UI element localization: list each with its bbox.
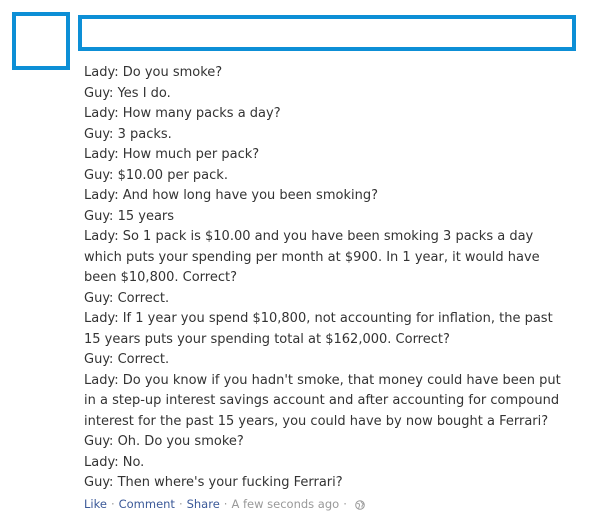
separator-dot: · <box>343 497 347 511</box>
share-link[interactable]: Share <box>187 497 220 511</box>
post-line: Lady: If 1 year you spend $10,800, not a… <box>84 311 553 326</box>
post-line: which puts your spending per month at $9… <box>84 249 540 265</box>
post-line: Lady: And how long have you been smoking… <box>84 188 378 203</box>
separator-dot: · <box>178 497 183 511</box>
post-line: interest for the past 15 years, you coul… <box>84 413 549 429</box>
post-line: been $10,800. Correct? <box>84 270 237 285</box>
post-line: Guy: 3 packs. <box>84 126 172 142</box>
post-actions-bar: Like · Comment · Share · A few seconds a… <box>84 497 365 511</box>
post-line: Lady: No. <box>84 454 145 470</box>
post-line: Lady: How much per pack? <box>84 147 260 162</box>
timestamp[interactable]: A few seconds ago <box>231 497 339 511</box>
avatar-redacted[interactable] <box>12 12 70 70</box>
post-line: Guy: Correct. <box>84 352 170 367</box>
post-body: Lady: Do you smoke? Guy: Yes I do. Lady:… <box>84 63 590 494</box>
post-line: Guy: Then where's your fucking Ferrari? <box>84 475 343 490</box>
separator-dot: · <box>223 497 228 511</box>
post-line: 15 years puts your spending total at $16… <box>84 331 450 347</box>
post-line: Lady: Do you know if you hadn't smoke, t… <box>84 372 561 388</box>
post-line: Guy: Oh. Do you smoke? <box>84 434 244 449</box>
post-line: Lady: How many packs a day? <box>84 106 281 121</box>
post-line: Guy: 15 years <box>84 208 175 224</box>
comment-link[interactable]: Comment <box>119 497 175 511</box>
author-name-redacted[interactable] <box>78 15 576 51</box>
post-line: Lady: So 1 pack is $10.00 and you have b… <box>84 229 534 244</box>
post-line: Guy: Yes I do. <box>84 85 171 101</box>
post-line: Lady: Do you smoke? <box>84 65 223 80</box>
like-link[interactable]: Like <box>84 497 107 511</box>
post-line: Guy: $10.00 per pack. <box>84 167 228 183</box>
separator-dot: · <box>110 497 115 511</box>
post-line: Guy: Correct. <box>84 290 170 306</box>
post-line: in a step-up interest savings account an… <box>84 393 560 408</box>
globe-icon[interactable] <box>355 499 365 510</box>
